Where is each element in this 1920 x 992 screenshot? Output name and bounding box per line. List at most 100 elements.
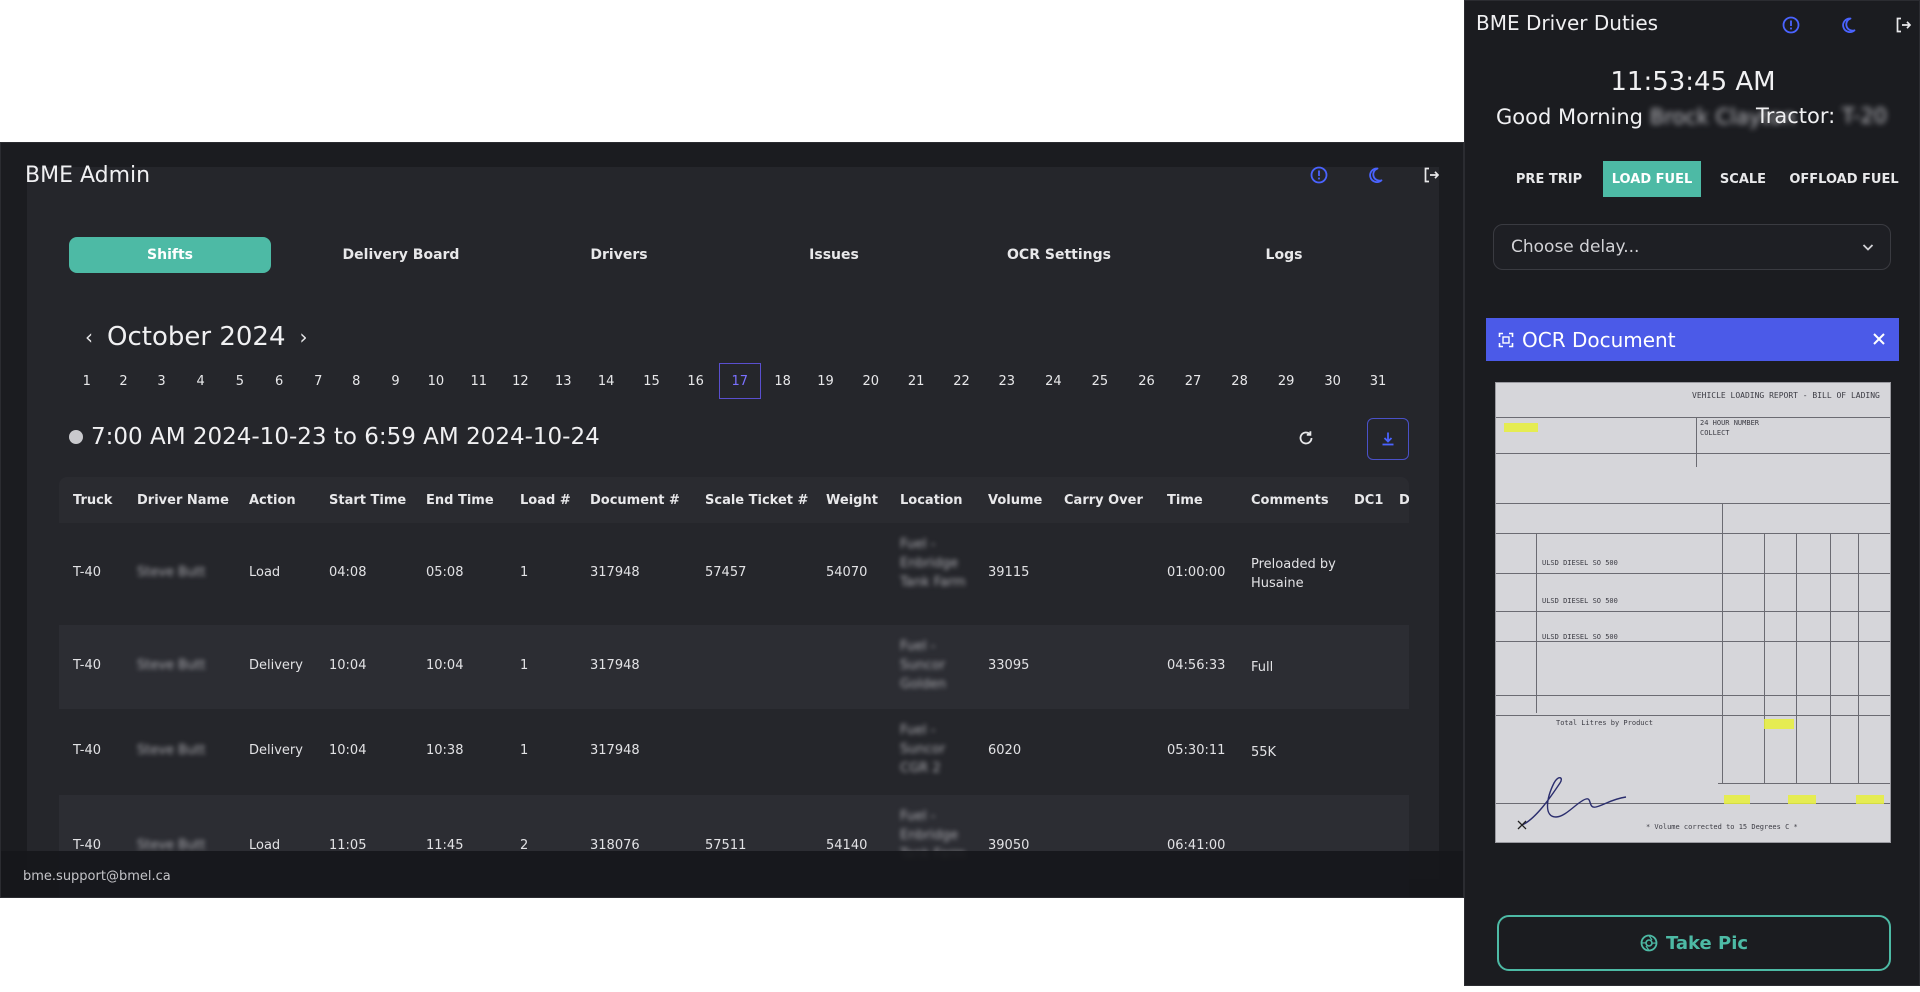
day-3[interactable]: 3 — [147, 363, 175, 399]
ocr-document-header: OCR Document — [1486, 318, 1899, 361]
day-8[interactable]: 8 — [342, 363, 370, 399]
day-17[interactable]: 17 — [718, 363, 761, 399]
day-15[interactable]: 15 — [638, 363, 666, 399]
cell-driver: Steve Butt — [137, 565, 206, 580]
column-header-comments[interactable]: Comments — [1251, 477, 1329, 523]
column-header-document[interactable]: Document # — [590, 477, 680, 523]
close-icon[interactable] — [1869, 329, 1889, 349]
cell-truck: T-40 — [73, 743, 101, 758]
cell-comments: Preloaded by Husaine — [1251, 557, 1336, 591]
next-month-button[interactable]: › — [299, 325, 307, 349]
day-4[interactable]: 4 — [187, 363, 215, 399]
column-header-time[interactable]: Time — [1167, 477, 1203, 523]
day-14[interactable]: 14 — [592, 363, 620, 399]
signature-icon — [1517, 777, 1627, 830]
column-header-driver-name[interactable]: Driver Name — [137, 477, 229, 523]
delay-select[interactable]: Choose delay... — [1493, 224, 1891, 270]
tab-ocr-settings[interactable]: OCR Settings — [969, 237, 1149, 273]
day-28[interactable]: 28 — [1226, 363, 1254, 399]
cell-truck: T-40 — [73, 565, 101, 580]
info-icon[interactable] — [1781, 15, 1801, 35]
day-11[interactable]: 11 — [465, 363, 493, 399]
dark-mode-icon[interactable] — [1838, 15, 1858, 35]
stage-load-fuel[interactable]: LOAD FUEL — [1603, 161, 1701, 197]
support-email[interactable]: bme.support@bmel.ca — [23, 869, 171, 884]
day-16[interactable]: 16 — [682, 363, 710, 399]
day-1[interactable]: 1 — [73, 363, 101, 399]
clock-icon — [69, 430, 83, 444]
table-row[interactable]: T-40 Steve Butt Load 04:08 05:08 1 317948 57457… — [59, 523, 1409, 625]
greeting: Good Morning Brock Clayton — [1496, 104, 1796, 130]
driver-title: BME Driver Duties — [1476, 11, 1659, 35]
cell-scale: 57457 — [705, 565, 747, 580]
logout-icon[interactable] — [1893, 15, 1913, 35]
tab-delivery-board[interactable]: Delivery Board — [291, 237, 511, 273]
column-header-truck[interactable]: Truck — [73, 477, 112, 523]
doc-product-2: ULSD DIESEL SO 500 — [1542, 597, 1618, 605]
cell-load: 1 — [520, 565, 529, 580]
cell-volume: 33095 — [988, 658, 1030, 673]
tab-drivers[interactable]: Drivers — [549, 237, 689, 273]
day-23[interactable]: 23 — [993, 363, 1021, 399]
day-9[interactable]: 9 — [381, 363, 409, 399]
day-10[interactable]: 10 — [422, 363, 450, 399]
greeting-prefix: Good Morning — [1496, 105, 1643, 129]
doc-product-1: ULSD DIESEL SO 500 — [1542, 559, 1618, 567]
day-18[interactable]: 18 — [769, 363, 797, 399]
day-30[interactable]: 30 — [1319, 363, 1347, 399]
stage-scale[interactable]: SCALE — [1709, 161, 1777, 197]
column-header-action[interactable]: Action — [249, 477, 296, 523]
cell-document: 317948 — [590, 565, 640, 580]
info-icon[interactable] — [1309, 165, 1329, 185]
day-6[interactable]: 6 — [265, 363, 293, 399]
admin-title: BME Admin — [25, 163, 151, 188]
day-21[interactable]: 21 — [902, 363, 930, 399]
dark-mode-icon[interactable] — [1365, 165, 1385, 185]
take-pic-label: Take Pic — [1665, 932, 1749, 954]
day-2[interactable]: 2 — [110, 363, 138, 399]
stage-pre-trip[interactable]: PRE TRIP — [1505, 161, 1593, 197]
day-22[interactable]: 22 — [947, 363, 975, 399]
logout-icon[interactable] — [1421, 165, 1441, 185]
day-27[interactable]: 27 — [1179, 363, 1207, 399]
column-header-carry-over[interactable]: Carry Over — [1064, 477, 1143, 523]
download-button[interactable] — [1367, 418, 1409, 460]
take-pic-button[interactable]: Take Pic — [1497, 915, 1891, 971]
column-header-weight[interactable]: Weight — [826, 477, 878, 523]
day-29[interactable]: 29 — [1272, 363, 1300, 399]
tab-issues[interactable]: Issues — [769, 237, 899, 273]
doc-product-3: ULSD DIESEL SO 500 — [1542, 633, 1618, 641]
column-header-end-time[interactable]: End Time — [426, 477, 494, 523]
day-20[interactable]: 20 — [857, 363, 885, 399]
column-header-load[interactable]: Load # — [520, 477, 571, 523]
download-icon — [1382, 432, 1394, 446]
day-picker: 1 2 3 4 5 6 7 8 9 10 11 12 13 14 15 16 17 18 19 20 21 22 23 24 2… — [1, 363, 1463, 401]
tab-logs[interactable]: Logs — [1229, 237, 1339, 273]
refresh-icon[interactable] — [1295, 427, 1317, 449]
doc-collect: COLLECT — [1700, 429, 1730, 437]
column-header-start-time[interactable]: Start Time — [329, 477, 406, 523]
table-row[interactable]: T-40 Steve Butt Delivery 10:04 10:04 1 317948 F… — [59, 625, 1409, 709]
column-header-scale-ticket[interactable]: Scale Ticket # — [705, 477, 808, 523]
cell-start: 10:04 — [329, 743, 367, 758]
day-19[interactable]: 19 — [811, 363, 839, 399]
day-24[interactable]: 24 — [1039, 363, 1067, 399]
day-31[interactable]: 31 — [1364, 363, 1392, 399]
prev-month-button[interactable]: ‹ — [85, 325, 93, 349]
scan-icon — [1498, 332, 1514, 347]
tab-shifts[interactable]: Shifts — [69, 237, 271, 273]
column-header-dc1[interactable]: DC1 — [1354, 477, 1383, 523]
column-header-location[interactable]: Location — [900, 477, 963, 523]
day-13[interactable]: 13 — [549, 363, 577, 399]
table-row[interactable]: T-40 Steve Butt Delivery 10:04 10:38 1 317948 F… — [59, 709, 1409, 795]
column-header-d[interactable]: D — [1399, 477, 1409, 523]
table-header: Truck Driver Name Action Start Time End Time… — [59, 477, 1409, 523]
day-5[interactable]: 5 — [226, 363, 254, 399]
day-12[interactable]: 12 — [506, 363, 534, 399]
shift-range-text: 7:00 AM 2024-10-23 to 6:59 AM 2024-10-24 — [91, 424, 600, 450]
column-header-volume[interactable]: Volume — [988, 477, 1042, 523]
day-7[interactable]: 7 — [304, 363, 332, 399]
day-25[interactable]: 25 — [1086, 363, 1114, 399]
stage-offload-fuel[interactable]: OFFLOAD FUEL — [1787, 161, 1901, 197]
day-26[interactable]: 26 — [1132, 363, 1160, 399]
